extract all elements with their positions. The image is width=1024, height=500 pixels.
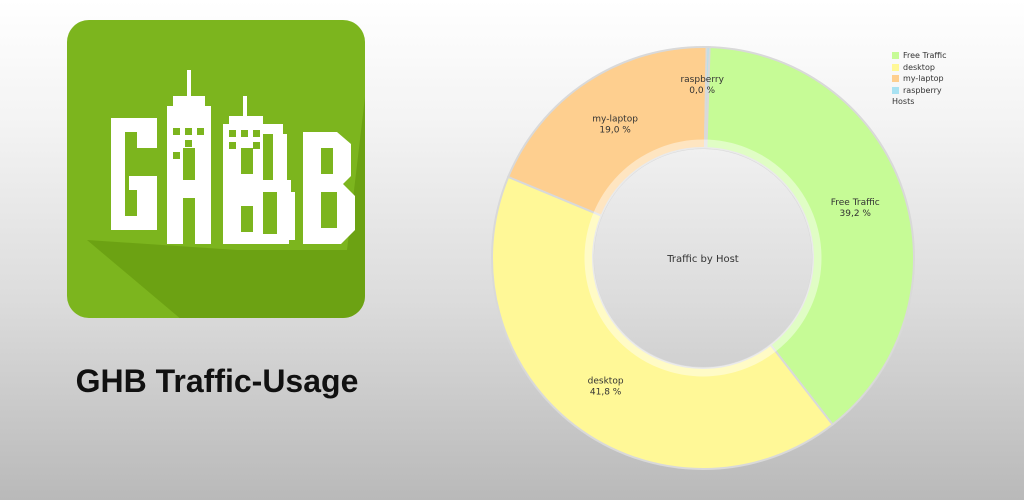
legend-label: my-laptop [903,74,944,83]
chart-legend: Free Traffic desktop my-laptop raspberry Ho… [892,50,947,108]
slice-label: Free Traffic [831,198,880,208]
chart-title: Traffic by Host [666,254,739,265]
slice-desktop[interactable] [491,175,834,470]
legend-item[interactable]: raspberry [892,85,947,97]
legend-swatch [892,63,899,71]
app-logo [67,20,365,318]
app-title: GHB Traffic-Usage [75,363,359,399]
legend-label: Free Traffic [903,51,947,60]
legend-item[interactable]: Free Traffic [892,50,947,62]
legend-swatch [892,52,899,60]
legend-swatch [892,86,899,94]
legend-label: desktop [903,62,935,72]
slice-label: my-laptop [592,115,638,125]
legend-item[interactable]: desktop [892,62,947,74]
slice-label: raspberry [680,75,724,85]
ghb-logo-icon [67,20,365,318]
slice-value-label: 41,8 % [590,388,622,398]
slice-label: desktop [588,377,624,387]
legend-items: Free Traffic desktop my-laptop raspberry [892,50,947,96]
legend-label: raspberry [903,85,942,95]
slice-value-label: 39,2 % [840,209,872,219]
legend-item[interactable]: my-laptop [892,73,947,85]
legend-title: Hosts [892,97,915,106]
legend-swatch [892,75,899,83]
slice-value-label: 0,0 % [689,86,715,96]
slice-value-label: 19,0 % [599,126,631,136]
